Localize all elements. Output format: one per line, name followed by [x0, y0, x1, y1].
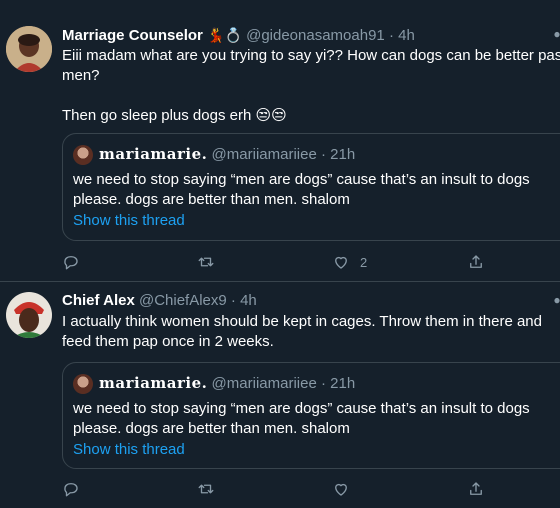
like-button[interactable]: 2: [332, 251, 367, 273]
display-name[interactable]: Chief Alex: [62, 292, 135, 309]
quote-timestamp: 21h: [330, 375, 356, 392]
separator-dot: ·: [230, 292, 236, 309]
share-icon: [470, 255, 482, 268]
quote-header: 𝐦𝐚𝐫𝐢𝐚𝐦𝐚𝐫𝐢𝐞. @mariiamariiee · 21h: [73, 373, 356, 395]
separator-dot: ·: [320, 146, 326, 163]
tweet[interactable]: Marriage Counselor 💃💍 @gideonasamoah91 ·…: [0, 0, 560, 282]
timestamp[interactable]: 4h: [240, 292, 257, 309]
quoted-tweet[interactable]: 𝐦𝐚𝐫𝐢𝐚𝐦𝐚𝐫𝐢𝐞. @mariiamariiee · 21h we need…: [62, 133, 560, 241]
user-handle[interactable]: @gideonasamoah91: [246, 27, 385, 44]
retweet-icon: [198, 257, 214, 267]
share-icon: [470, 482, 482, 495]
tweet-actions: [62, 478, 542, 500]
avatar: [73, 374, 93, 395]
timeline-feed: Marriage Counselor 💃💍 @gideonasamoah91 ·…: [0, 0, 560, 508]
name-emoji: 💃💍: [207, 27, 242, 43]
reply-icon: [64, 256, 78, 270]
like-button[interactable]: [332, 478, 360, 500]
avatar: [73, 145, 93, 166]
quote-text: we need to stop saying “men are dogs” ca…: [73, 400, 530, 437]
quote-header: 𝐦𝐚𝐫𝐢𝐚𝐦𝐚𝐫𝐢𝐞. @mariiamariiee · 21h: [73, 144, 356, 166]
like-icon: [335, 256, 347, 269]
tweet[interactable]: Chief Alex @ChiefAlex9 · 4h ⦁ I actually…: [0, 282, 560, 508]
quote-text: we need to stop saying “men are dogs” ca…: [73, 171, 530, 208]
quoted-tweet[interactable]: 𝐦𝐚𝐫𝐢𝐚𝐦𝐚𝐫𝐢𝐞. @mariiamariiee · 21h we need…: [62, 362, 560, 469]
retweet-button[interactable]: [197, 251, 225, 273]
reply-button[interactable]: [62, 251, 90, 273]
tweet-actions: 2: [62, 251, 542, 273]
quote-display-name: 𝐦𝐚𝐫𝐢𝐚𝐦𝐚𝐫𝐢𝐞.: [99, 374, 208, 392]
tweet-header: Marriage Counselor 💃💍 @gideonasamoah91 ·…: [62, 25, 415, 46]
quote-handle: @mariiamariiee: [211, 146, 317, 163]
separator-dot: ·: [388, 27, 394, 44]
user-handle[interactable]: @ChiefAlex9: [139, 292, 227, 309]
retweet-button[interactable]: [197, 478, 225, 500]
retweet-icon: [198, 484, 214, 494]
show-thread-link[interactable]: Show this thread: [73, 441, 185, 458]
share-button[interactable]: [467, 478, 495, 500]
reply-button[interactable]: [62, 478, 90, 500]
avatar[interactable]: [6, 292, 52, 338]
share-button[interactable]: [467, 251, 495, 273]
more-icon[interactable]: ⦁: [554, 27, 560, 42]
show-thread-link[interactable]: Show this thread: [73, 212, 185, 229]
tweet-header: Chief Alex @ChiefAlex9 · 4h: [62, 291, 257, 311]
separator-dot: ·: [320, 375, 326, 392]
quote-handle: @mariiamariiee: [211, 375, 317, 392]
avatar[interactable]: [6, 26, 52, 72]
more-icon[interactable]: ⦁: [554, 293, 560, 308]
like-count: 2: [360, 254, 368, 270]
timestamp[interactable]: 4h: [398, 27, 415, 44]
display-name[interactable]: Marriage Counselor: [62, 27, 203, 44]
tweet-text: I actually think women should be kept in…: [62, 313, 547, 350]
quote-display-name: 𝐦𝐚𝐫𝐢𝐚𝐦𝐚𝐫𝐢𝐞.: [99, 145, 208, 163]
tweet-text: Eiii madam what are you trying to say yi…: [62, 47, 560, 124]
quote-timestamp: 21h: [330, 146, 356, 163]
reply-icon: [64, 483, 78, 497]
like-icon: [335, 483, 347, 496]
